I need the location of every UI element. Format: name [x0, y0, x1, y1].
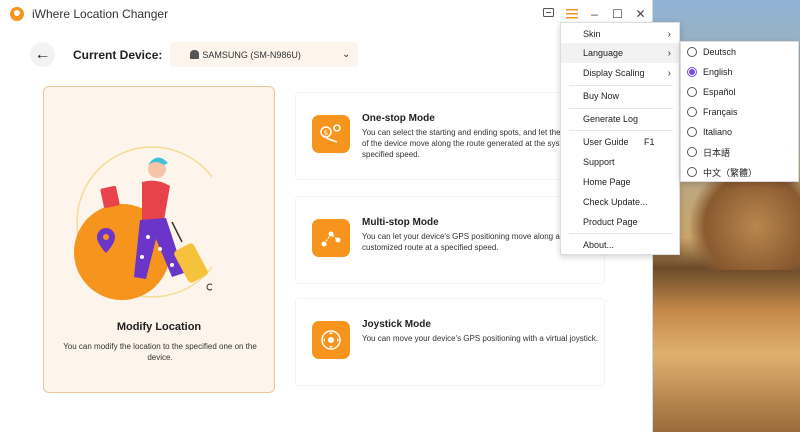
joystick-icon	[312, 321, 350, 359]
app-window: iWhere Location Changer – ☐ ✕ ← Current …	[0, 0, 653, 432]
menu-item-display-scaling[interactable]: Display Scaling ›	[561, 63, 679, 83]
menu-item-label: Product Page	[583, 217, 638, 227]
app-logo-icon	[10, 6, 24, 21]
language-label: Español	[703, 87, 736, 97]
modify-location-description: You can modify the location to the speci…	[63, 342, 257, 362]
radio-selected-icon	[687, 67, 697, 77]
menu-item-label: Skin	[583, 29, 601, 39]
menu-item-buy-now[interactable]: Buy Now	[561, 86, 679, 106]
chevron-right-icon: ›	[667, 67, 671, 79]
menu-item-support[interactable]: Support	[561, 152, 679, 172]
menu-item-user-guide[interactable]: User Guide F1	[561, 132, 679, 152]
menu-item-generate-log[interactable]: Generate Log	[561, 109, 679, 129]
language-label: 日本語	[703, 147, 731, 158]
modify-location-title: Modify Location	[116, 321, 202, 333]
language-label: Français	[703, 107, 738, 117]
back-button[interactable]: ←	[30, 42, 55, 67]
menu-item-label: Buy Now	[583, 91, 620, 101]
traveler-illustration	[74, 146, 212, 300]
language-option-deutsch[interactable]: Deutsch	[681, 42, 798, 62]
joystick-mode-title: Joystick Mode	[362, 319, 431, 330]
menu-item-label: Generate Log	[583, 114, 639, 124]
chevron-right-icon: ›	[667, 47, 671, 59]
shortcut-key: F1	[644, 137, 655, 147]
menu-divider	[569, 233, 673, 234]
language-label: Deutsch	[703, 47, 737, 57]
device-name: SAMSUNG (SM-N986U)	[202, 49, 301, 60]
multi-stop-mode-title: Multi-stop Mode	[362, 217, 439, 228]
joystick-mode-card[interactable]: Joystick Mode You can move your device's…	[295, 298, 605, 386]
one-stop-mode-card[interactable]: $ One-stop Mode You can select the start…	[295, 92, 605, 180]
radio-icon	[687, 127, 697, 137]
menu-item-about[interactable]: About...	[561, 235, 679, 255]
radio-icon	[687, 167, 697, 177]
menu-item-label: About...	[583, 240, 615, 250]
svg-text:$: $	[324, 129, 328, 137]
menu-item-label: Language	[583, 48, 624, 58]
language-option-traditional-chinese[interactable]: 中文（繁體）	[681, 162, 798, 182]
radio-icon	[687, 147, 697, 157]
app-title: iWhere Location Changer	[32, 6, 169, 21]
title-bar: iWhere Location Changer – ☐ ✕	[0, 0, 652, 27]
menu-item-home-page[interactable]: Home Page	[561, 172, 679, 192]
modify-location-card[interactable]: Modify Location You can modify the locat…	[43, 86, 275, 393]
menu-item-label: Home Page	[583, 177, 631, 187]
language-option-espanol[interactable]: Español	[681, 82, 798, 102]
back-arrow-icon: ←	[34, 45, 51, 63]
language-submenu: Deutsch English Español Français Italian…	[680, 41, 799, 182]
android-icon	[190, 50, 200, 59]
menu-item-label: Check Update...	[583, 197, 648, 207]
language-option-francais[interactable]: Français	[681, 102, 798, 122]
menu-divider	[569, 130, 673, 131]
menu-item-skin[interactable]: Skin ›	[561, 24, 679, 44]
menu-item-label: User Guide	[583, 137, 629, 147]
multi-stop-mode-card[interactable]: Multi-stop Mode You can let your device'…	[295, 196, 605, 284]
main-menu: Skin › Language › Display Scaling › Buy …	[560, 22, 680, 255]
one-stop-route-icon: $	[312, 115, 350, 153]
radio-icon	[687, 107, 697, 117]
menu-item-label: Support	[583, 157, 615, 167]
language-label: English	[703, 67, 733, 77]
radio-icon	[687, 87, 697, 97]
menu-item-product-page[interactable]: Product Page	[561, 212, 679, 232]
chevron-down-icon: ⌄	[341, 49, 351, 60]
menu-item-label: Display Scaling	[583, 68, 645, 78]
language-option-italiano[interactable]: Italiano	[681, 122, 798, 142]
radio-icon	[687, 47, 697, 57]
device-bar: ← Current Device: SAMSUNG (SM-N986U) ⌄	[30, 42, 359, 67]
language-label: 中文（繁體）	[703, 167, 758, 178]
current-device-label: Current Device:	[73, 47, 163, 62]
chevron-right-icon: ›	[667, 28, 671, 40]
menu-item-language[interactable]: Language ›	[561, 43, 679, 63]
joystick-mode-description: You can move your device's GPS positioni…	[362, 334, 599, 343]
multi-stop-route-icon	[312, 219, 350, 257]
one-stop-mode-title: One-stop Mode	[362, 113, 435, 124]
language-label: Italiano	[703, 127, 733, 137]
language-option-english[interactable]: English	[681, 62, 798, 82]
language-option-japanese[interactable]: 日本語	[681, 142, 798, 162]
device-select[interactable]: SAMSUNG (SM-N986U) ⌄	[170, 42, 359, 67]
menu-item-check-update[interactable]: Check Update...	[561, 192, 679, 212]
feedback-icon[interactable]	[537, 0, 560, 27]
